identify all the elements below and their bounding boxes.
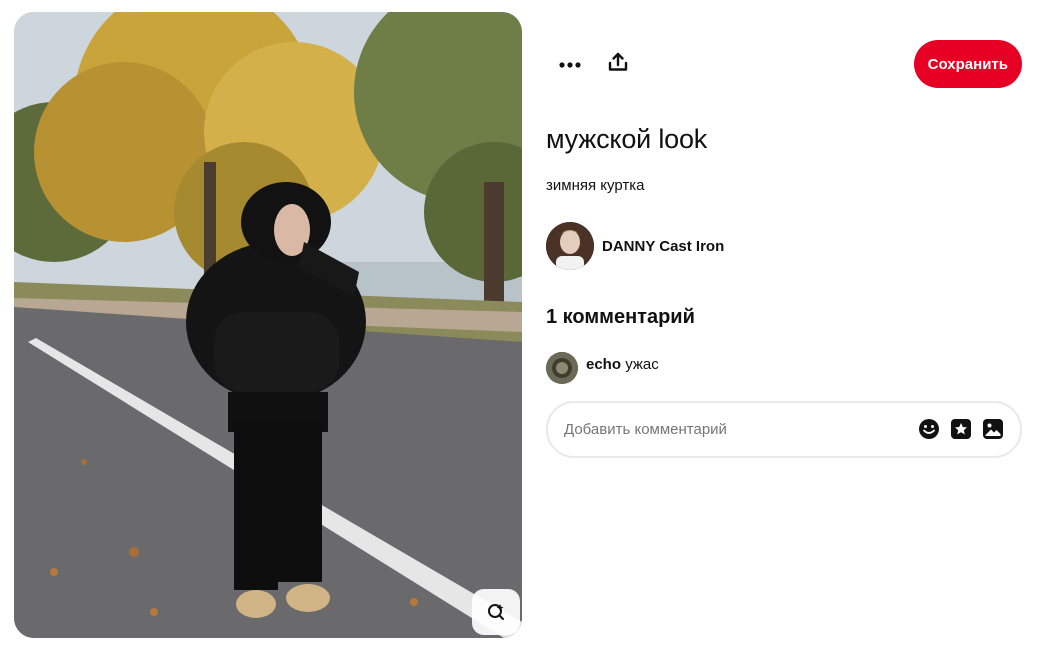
pin-toolbar: Сохранить <box>546 40 1022 88</box>
comment-avatar[interactable] <box>546 352 578 384</box>
comment-input[interactable] <box>564 403 904 456</box>
pin-image[interactable] <box>14 12 522 638</box>
visual-search-button[interactable] <box>472 589 520 635</box>
pin-title: мужской look <box>546 124 708 154</box>
more-dots-icon <box>559 55 581 73</box>
more-options-button[interactable] <box>550 44 590 84</box>
save-button[interactable]: Сохранить <box>913 40 1022 88</box>
author-profile-link[interactable]: DANNY Cast Iron <box>546 222 724 270</box>
share-button[interactable] <box>598 44 638 84</box>
author-name[interactable]: DANNY Cast Iron <box>602 238 724 255</box>
author-avatar[interactable] <box>546 222 594 270</box>
pin-details-panel: Сохранить мужской look зимняя куртка DAN… <box>546 0 1024 646</box>
pin-photo-illustration <box>14 12 522 638</box>
emoji-icon[interactable] <box>917 417 941 441</box>
sticker-icon[interactable] <box>949 417 973 441</box>
comments-heading: 1 комментарий <box>546 306 695 328</box>
comment-item: echo ужас <box>546 352 659 384</box>
comment-username[interactable]: echo <box>586 356 621 373</box>
image-icon[interactable] <box>981 417 1005 441</box>
comment-composer <box>546 401 1022 458</box>
share-upload-icon <box>608 52 628 77</box>
pin-description: зимняя куртка <box>546 177 645 194</box>
lens-search-icon <box>487 603 505 621</box>
comment-text: ужас <box>625 356 659 373</box>
